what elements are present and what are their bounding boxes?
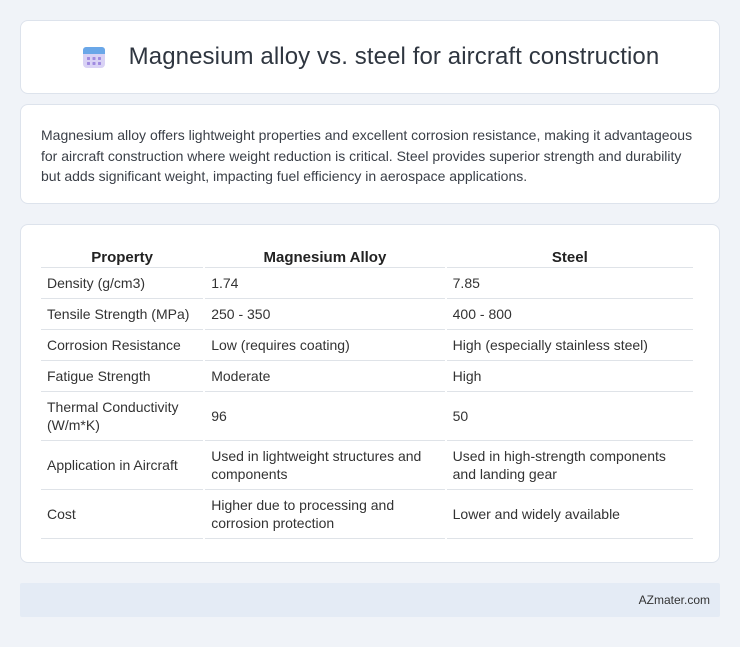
comparison-card: Property Magnesium Alloy Steel Density (… xyxy=(20,224,720,563)
property-cell: Tensile Strength (MPa) xyxy=(41,299,204,330)
table-row: Application in Aircraft Used in lightwei… xyxy=(41,441,693,490)
steel-cell: High (especially stainless steel) xyxy=(446,330,693,361)
table-row: Density (g/cm3) 1.74 7.85 xyxy=(41,268,693,299)
column-header-steel: Steel xyxy=(446,245,693,268)
footer-bar: AZmater.com xyxy=(20,583,720,617)
property-cell: Application in Aircraft xyxy=(41,441,204,490)
table-row: Tensile Strength (MPa) 250 - 350 400 - 8… xyxy=(41,299,693,330)
steel-cell: 50 xyxy=(446,392,693,441)
intro-paragraph: Magnesium alloy offers lightweight prope… xyxy=(41,127,693,184)
table-row: Corrosion Resistance Low (requires coati… xyxy=(41,330,693,361)
steel-cell: Lower and widely available xyxy=(446,490,693,539)
column-header-property: Property xyxy=(41,245,204,268)
magnesium-cell: 96 xyxy=(205,392,445,441)
table-header-row: Property Magnesium Alloy Steel xyxy=(41,245,693,268)
footer-site-link[interactable]: AZmater.com xyxy=(639,593,710,607)
property-cell: Corrosion Resistance xyxy=(41,330,204,361)
magnesium-cell: Higher due to processing and corrosion p… xyxy=(205,490,445,539)
steel-cell: 400 - 800 xyxy=(446,299,693,330)
magnesium-cell: 250 - 350 xyxy=(205,299,445,330)
property-cell: Density (g/cm3) xyxy=(41,268,204,299)
magnesium-cell: 1.74 xyxy=(205,268,445,299)
column-header-magnesium: Magnesium Alloy xyxy=(205,245,445,268)
property-cell: Cost xyxy=(41,490,204,539)
property-cell: Fatigue Strength xyxy=(41,361,204,392)
header-card: Magnesium alloy vs. steel for aircraft c… xyxy=(20,20,720,94)
property-cell: Thermal Conductivity (W/m*K) xyxy=(41,392,204,441)
intro-card: Magnesium alloy offers lightweight prope… xyxy=(20,104,720,204)
steel-cell: Used in high-strength components and lan… xyxy=(446,441,693,490)
magnesium-cell: Used in lightweight structures and compo… xyxy=(205,441,445,490)
steel-cell: 7.85 xyxy=(446,268,693,299)
comparison-table: Property Magnesium Alloy Steel Density (… xyxy=(39,245,695,539)
calendar-icon xyxy=(82,47,105,68)
magnesium-cell: Moderate xyxy=(205,361,445,392)
magnesium-cell: Low (requires coating) xyxy=(205,330,445,361)
table-row: Fatigue Strength Moderate High xyxy=(41,361,693,392)
header: Magnesium alloy vs. steel for aircraft c… xyxy=(81,43,660,71)
page-title: Magnesium alloy vs. steel for aircraft c… xyxy=(128,43,660,70)
table-row: Thermal Conductivity (W/m*K) 96 50 xyxy=(41,392,693,441)
steel-cell: High xyxy=(446,361,693,392)
table-row: Cost Higher due to processing and corros… xyxy=(41,490,693,539)
